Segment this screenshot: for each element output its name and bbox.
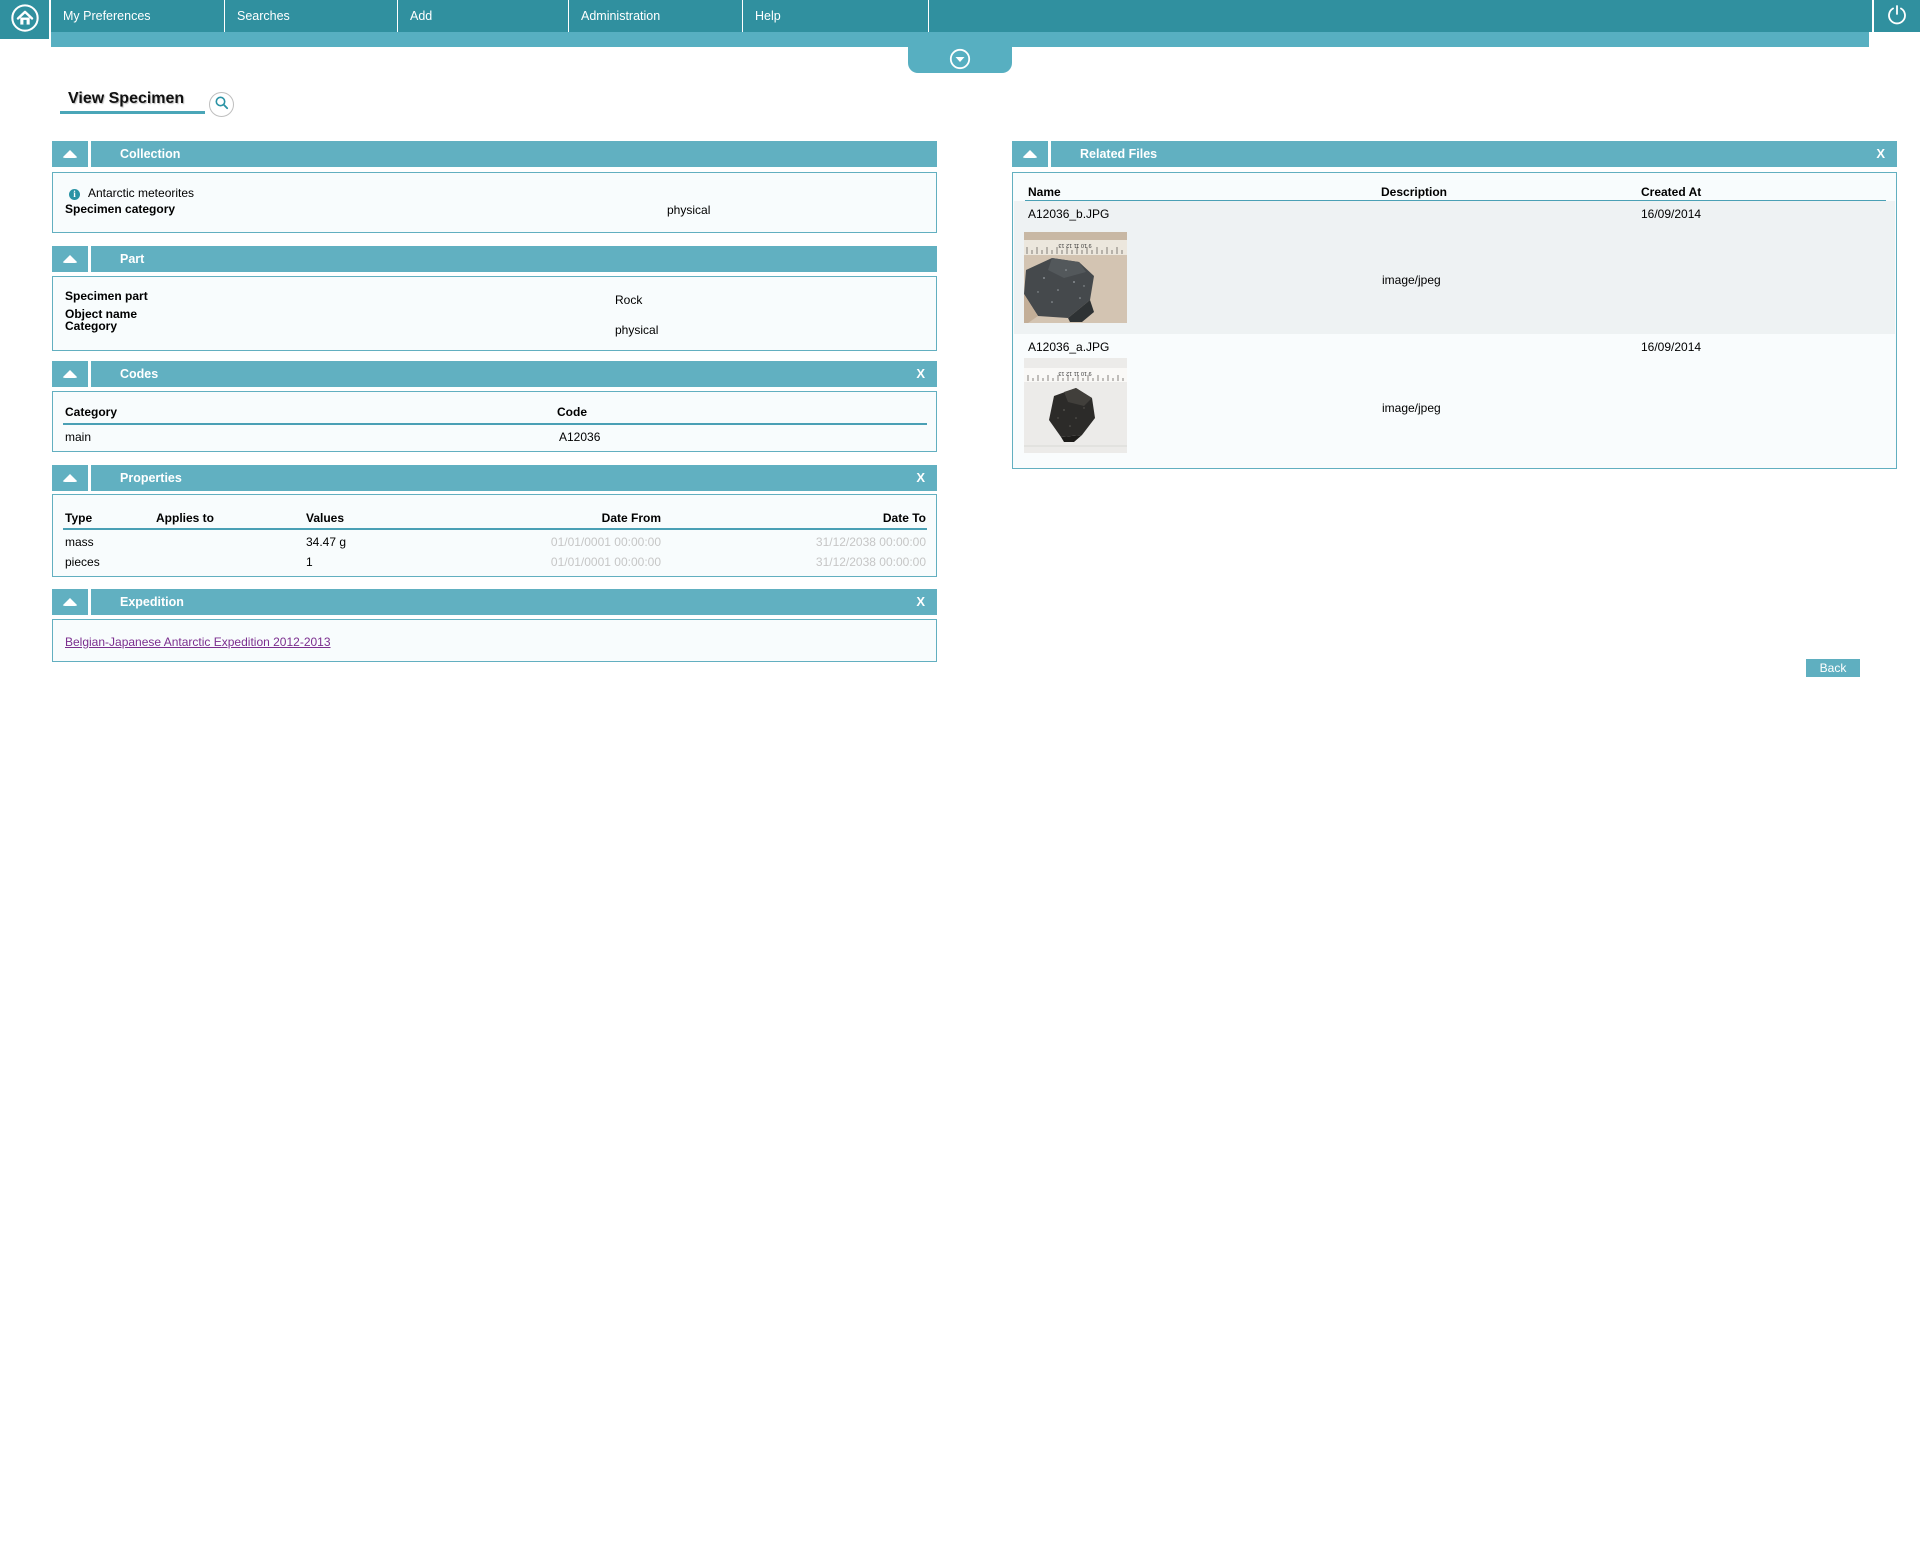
related-files-collapse-button[interactable] [1012, 141, 1051, 167]
part-panel-header: Part [52, 246, 937, 272]
related-files-close-button[interactable]: X [1876, 146, 1885, 161]
file-name: A12036_b.JPG [1028, 207, 1110, 221]
power-icon [1885, 3, 1909, 30]
triangle-up-icon [62, 370, 78, 378]
related-files-col-description: Description [1381, 185, 1448, 199]
home-button[interactable] [0, 0, 51, 39]
secondary-bar [51, 32, 1869, 47]
svg-text:9 10 11 12 13: 9 10 11 12 13 [1058, 370, 1091, 376]
property-row-date-from: 01/01/0001 00:00:00 [550, 535, 661, 549]
collection-name: Antarctic meteorites [88, 186, 195, 200]
codes-row-category: main [65, 430, 92, 444]
codes-header-rule [63, 423, 927, 425]
related-files-panel-header: Related Files X [1012, 141, 1897, 167]
codes-panel-title: Codes [120, 367, 159, 381]
codes-panel-body: Category Code main A12036 [52, 391, 937, 452]
nav-item-searches[interactable]: Searches [225, 0, 398, 32]
home-icon [10, 3, 40, 36]
expedition-panel-body: Belgian-Japanese Antarctic Expedition 20… [52, 619, 937, 662]
nav-item-help[interactable]: Help [743, 0, 929, 32]
collection-collapse-button[interactable] [52, 141, 91, 167]
collection-panel-header: Collection [52, 141, 937, 167]
specimen-category-value: physical [667, 203, 711, 217]
properties-panel-body: Type Applies to Values Date From Date To… [52, 494, 937, 577]
collapse-header-tab[interactable] [908, 47, 1012, 73]
properties-col-type: Type [65, 511, 93, 525]
related-files-col-name: Name [1028, 185, 1061, 199]
expedition-collapse-button[interactable] [52, 589, 91, 615]
page-title-underline [60, 111, 205, 114]
property-row-value: 34.47 g [306, 535, 347, 549]
property-row-value: 1 [306, 555, 313, 569]
collection-panel-title: Collection [120, 147, 181, 161]
chevron-down-icon [949, 48, 971, 73]
expedition-panel-title: Expedition [120, 595, 184, 609]
properties-panel-header: Properties X [52, 465, 937, 491]
property-row-date-from: 01/01/0001 00:00:00 [550, 555, 661, 569]
top-navbar: My Preferences Searches Add Administrati… [0, 0, 1920, 32]
expedition-close-button[interactable]: X [916, 594, 925, 609]
file-thumbnail[interactable]: 9 10 11 12 13 [1024, 232, 1127, 326]
related-file-row[interactable]: A12036_b.JPG 16/09/2014 image/jpeg 9 10 … [1014, 201, 1895, 334]
codes-collapse-button[interactable] [52, 361, 91, 387]
specimen-part-value: Rock [615, 293, 643, 307]
svg-text:9 10 11 12 13: 9 10 11 12 13 [1058, 242, 1091, 248]
file-description: image/jpeg [1382, 401, 1441, 415]
properties-panel-title: Properties [120, 471, 182, 485]
codes-panel-header: Codes X [52, 361, 937, 387]
file-name: A12036_a.JPG [1028, 340, 1110, 354]
property-row-date-to: 31/12/2038 00:00:00 [815, 555, 926, 569]
properties-col-date-from: Date From [601, 511, 661, 525]
triangle-up-icon [62, 598, 78, 606]
info-icon: i [69, 186, 80, 200]
file-thumbnail[interactable]: 9 10 11 12 13 [1024, 358, 1127, 456]
related-file-row[interactable]: A12036_a.JPG 16/09/2014 image/jpeg 9 10 … [1014, 334, 1895, 468]
triangle-up-icon [62, 474, 78, 482]
nav-item-add[interactable]: Add [398, 0, 569, 32]
part-panel-body: Specimen part Rock Object name Category … [52, 276, 937, 351]
properties-col-applies-to: Applies to [156, 511, 215, 525]
properties-header-rule [63, 528, 927, 530]
triangle-up-icon [62, 150, 78, 158]
nav-item-administration[interactable]: Administration [569, 0, 743, 32]
logout-button[interactable] [1872, 0, 1920, 32]
expedition-panel-header: Expedition X [52, 589, 937, 615]
codes-close-button[interactable]: X [916, 366, 925, 381]
properties-col-values: Values [306, 511, 345, 525]
properties-col-date-to: Date To [882, 511, 926, 525]
expedition-link[interactable]: Belgian-Japanese Antarctic Expedition 20… [65, 635, 331, 649]
preview-button[interactable] [209, 92, 234, 117]
file-description: image/jpeg [1382, 273, 1441, 287]
properties-collapse-button[interactable] [52, 465, 91, 491]
codes-col-category: Category [65, 405, 118, 419]
view-specimen-page: My Preferences Searches Add Administrati… [0, 0, 1920, 1544]
related-files-col-created-at: Created At [1641, 185, 1702, 199]
page-title: View Specimen [68, 90, 185, 107]
triangle-up-icon [62, 255, 78, 263]
nav-item-my-preferences[interactable]: My Preferences [51, 0, 225, 32]
file-created-at: 16/09/2014 [1641, 207, 1702, 221]
specimen-part-label: Specimen part [65, 289, 148, 303]
file-created-at: 16/09/2014 [1641, 340, 1702, 354]
part-panel-title: Part [120, 252, 145, 266]
specimen-category-label: Specimen category [65, 202, 176, 216]
triangle-up-icon [1022, 150, 1038, 158]
category-label: Category [65, 319, 118, 333]
collection-panel-body: i Antarctic meteorites Specimen category… [52, 172, 937, 233]
property-row-type: mass [65, 535, 94, 549]
properties-close-button[interactable]: X [916, 470, 925, 485]
back-button[interactable]: Back [1806, 659, 1860, 677]
related-files-panel-title: Related Files [1080, 147, 1158, 161]
category-value: physical [615, 323, 659, 337]
related-files-panel-body: Name Description Created At A12036_b.JPG… [1012, 172, 1897, 469]
codes-row-code: A12036 [559, 430, 601, 444]
codes-col-code: Code [557, 405, 587, 419]
magnifier-icon [214, 95, 230, 114]
part-collapse-button[interactable] [52, 246, 91, 272]
property-row-type: pieces [65, 555, 100, 569]
property-row-date-to: 31/12/2038 00:00:00 [815, 535, 926, 549]
